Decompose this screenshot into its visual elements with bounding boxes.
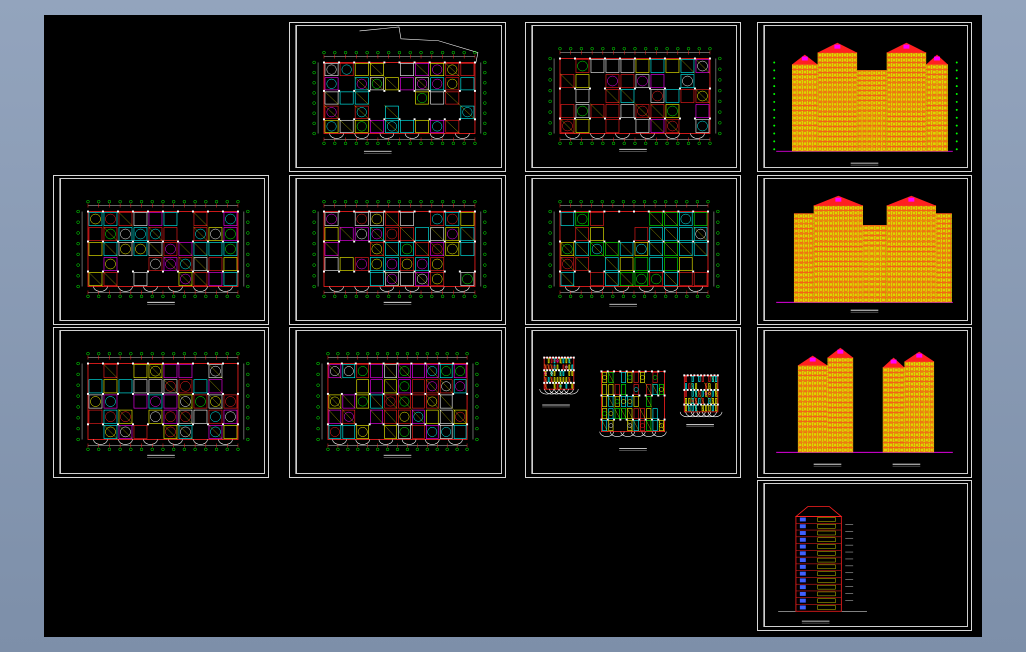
floor-plan-drawing xyxy=(548,47,722,152)
floor-plan-drawing xyxy=(76,200,250,305)
drawing-sheet-floor-plan-6[interactable] xyxy=(525,175,741,325)
side-elevation-drawing xyxy=(776,347,953,467)
floor-plan-drawing xyxy=(316,352,479,458)
detail-plans-drawing xyxy=(539,356,723,451)
drawing-sheet-details[interactable] xyxy=(525,327,741,478)
floor-plan-drawing xyxy=(76,352,250,458)
floor-plan-drawing xyxy=(548,200,720,307)
drawing-sheet-side-elevations[interactable] xyxy=(757,327,972,478)
drawing-sheet-front-elevation[interactable] xyxy=(757,22,972,172)
drawing-sheet-floor-plan-1[interactable] xyxy=(53,175,269,325)
rear-elevation-drawing xyxy=(776,195,953,313)
drawing-sheet-section[interactable] xyxy=(757,480,972,631)
cad-model-space[interactable] xyxy=(44,15,982,637)
section-drawing xyxy=(778,506,867,624)
drawing-sheet-rear-elevation[interactable] xyxy=(757,175,972,325)
drawing-sheet-floor-plan-3[interactable] xyxy=(289,175,506,325)
drawing-sheet-floor-plan-4[interactable] xyxy=(289,327,506,478)
drawing-sheet-floor-plan-5[interactable] xyxy=(525,22,741,172)
drawing-sheet-floor-plan-2[interactable] xyxy=(53,327,269,478)
floor-plan-drawing xyxy=(312,200,487,305)
drawing-sheet-roof-plan[interactable] xyxy=(289,22,506,172)
front-elevation-drawing xyxy=(773,42,958,166)
roof-plan-drawing xyxy=(312,26,487,154)
